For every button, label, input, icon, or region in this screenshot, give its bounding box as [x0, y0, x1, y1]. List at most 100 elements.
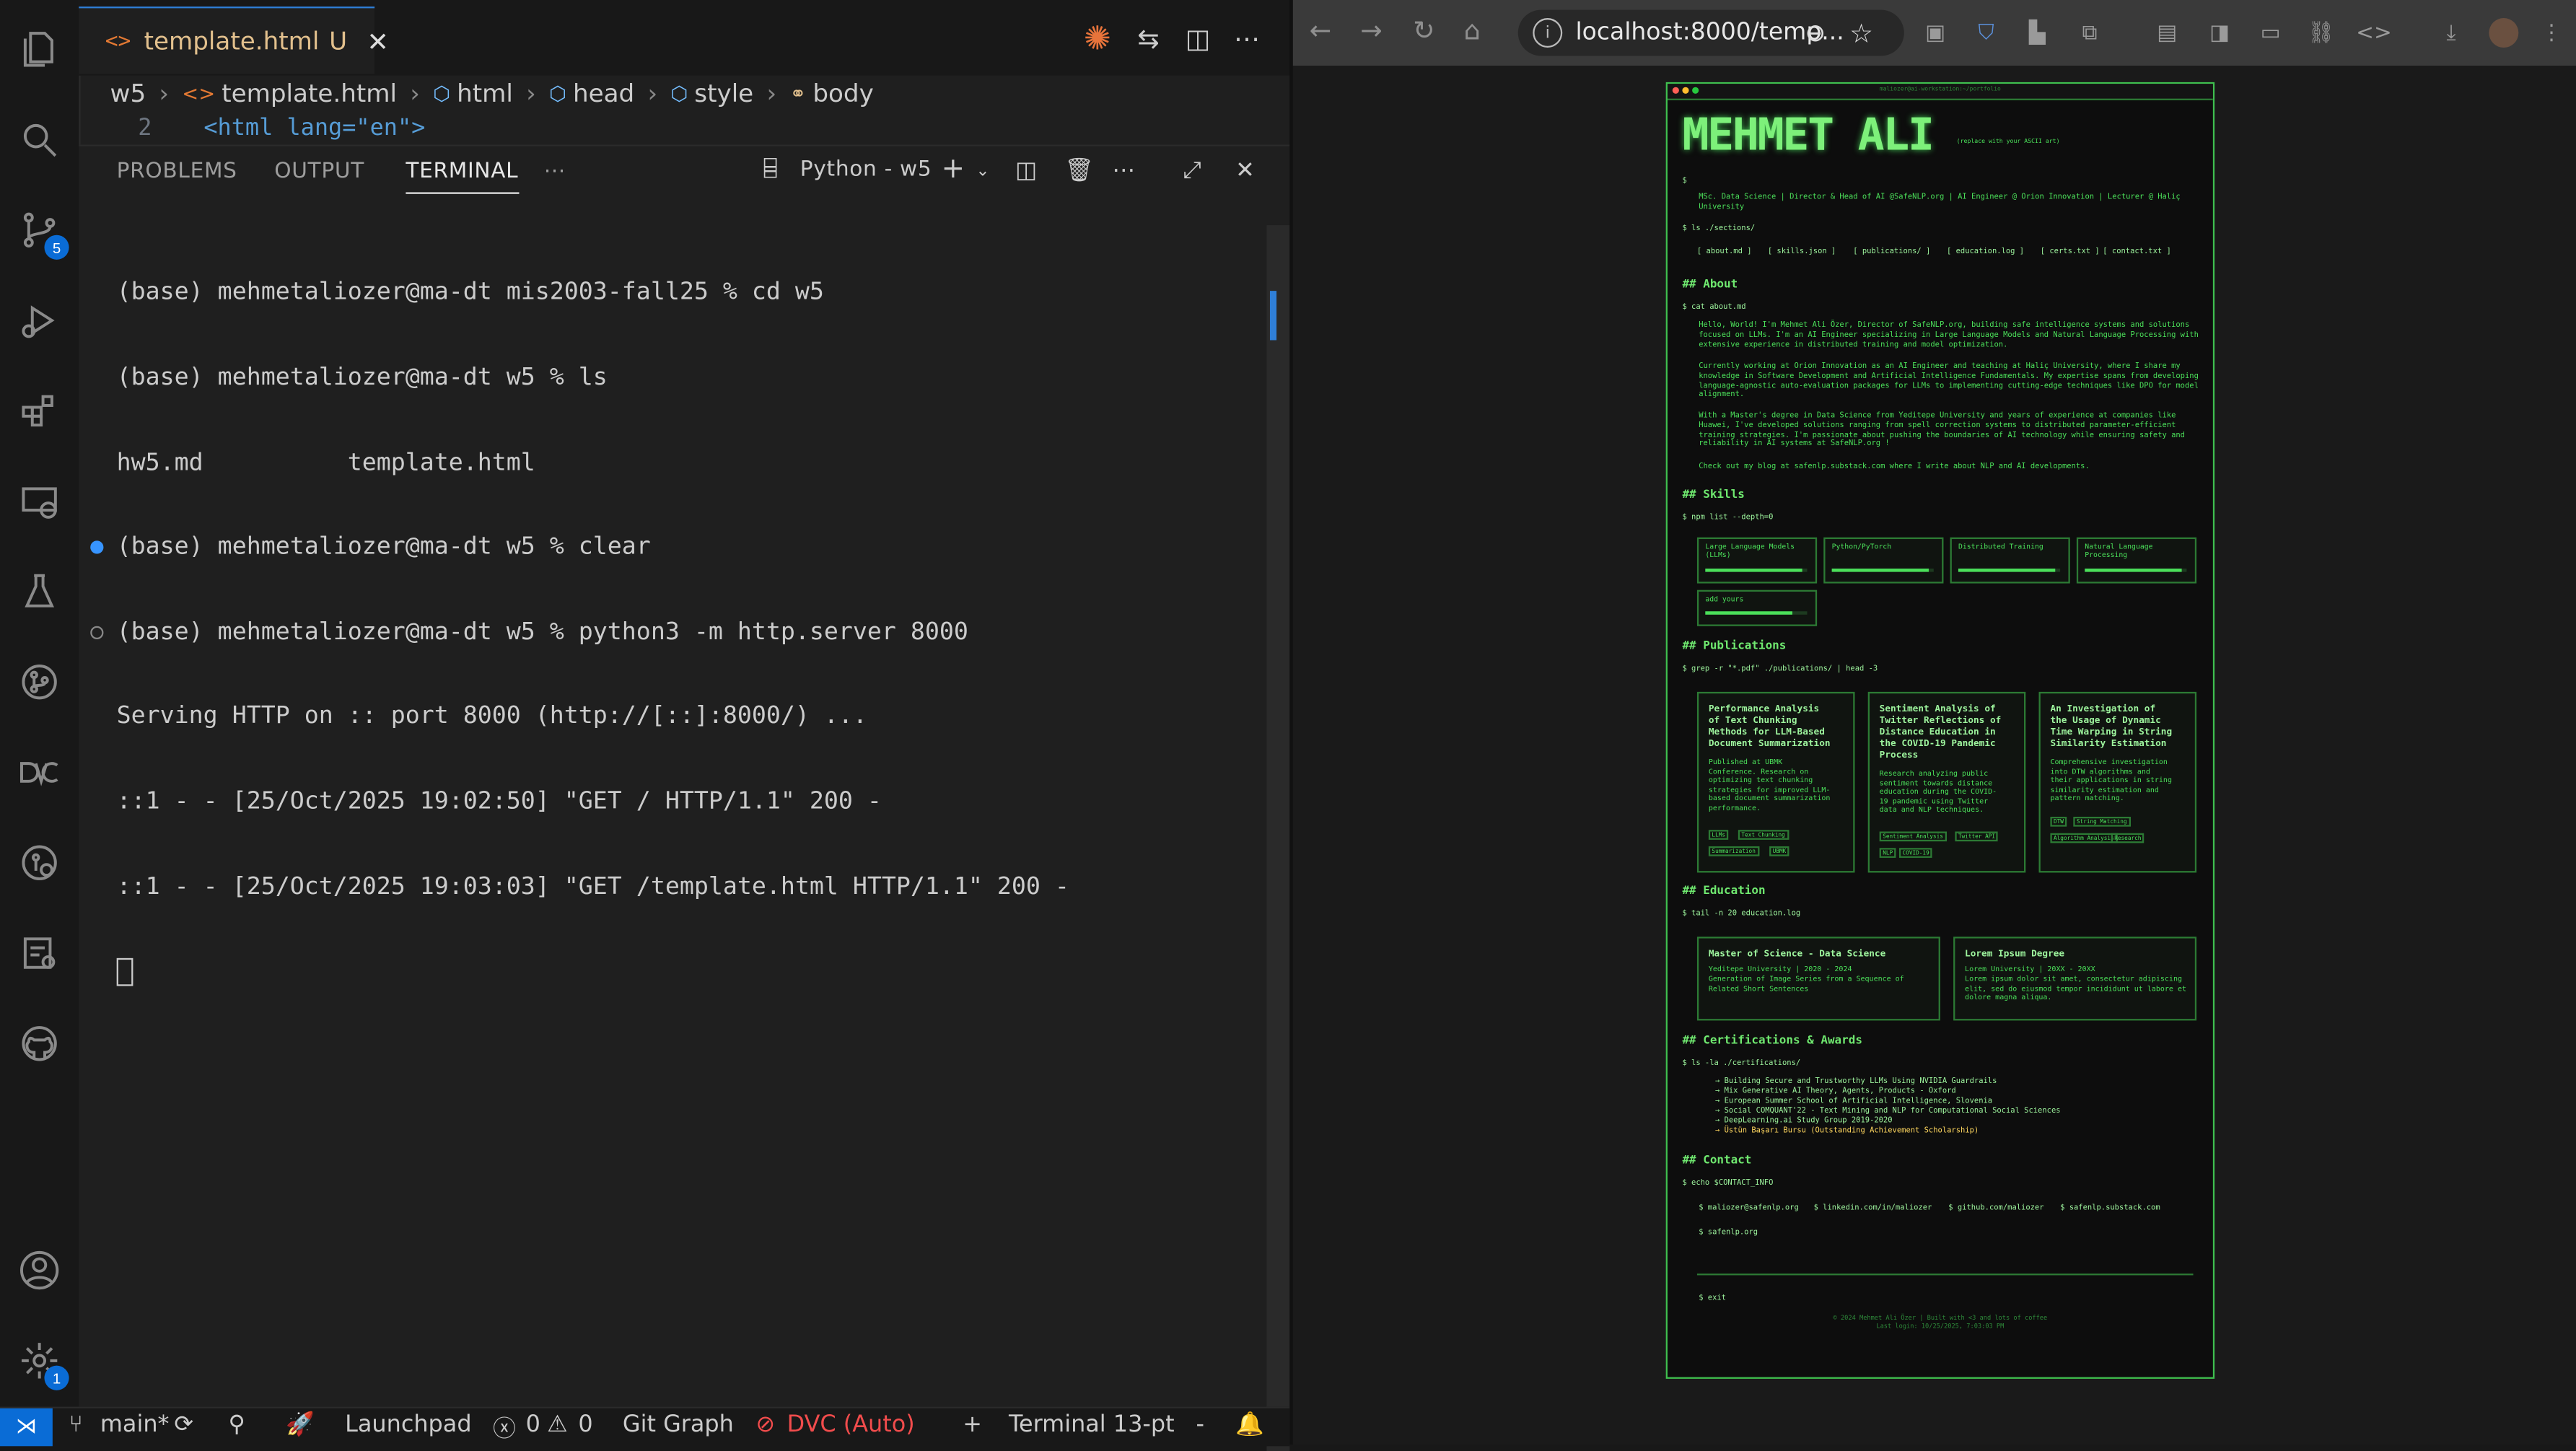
testing-icon[interactable] [13, 565, 66, 618]
chevron-down-icon[interactable]: ⌄ [976, 162, 990, 180]
command-decoration-dot[interactable] [90, 626, 104, 639]
split-terminal-icon[interactable]: ◫ [1015, 158, 1038, 184]
publication-card[interactable]: Performance Analysis of Text Chunking Me… [1696, 691, 1855, 873]
extension-icon[interactable]: ▙ [2023, 18, 2052, 48]
remote-indicator-icon[interactable]: ⋊ [0, 1408, 53, 1447]
reader-mode-icon[interactable]: ◨ [2204, 18, 2234, 48]
zoom-out-button[interactable]: - [1196, 1411, 1205, 1437]
bookmark-star-icon[interactable]: ☆ [1846, 17, 1876, 48]
skill-card: add yours [1696, 589, 1818, 626]
settings-sync-icon[interactable] [13, 927, 66, 980]
panel-more-icon[interactable]: ⋯ [544, 159, 566, 184]
puzzle-extensions-icon[interactable]: ⧉ [2075, 18, 2105, 48]
profile-avatar[interactable] [2489, 18, 2519, 48]
launchpad-item[interactable]: Launchpad [345, 1411, 471, 1437]
reload-icon[interactable]: ↻ [1413, 14, 1435, 45]
breadcrumb-file[interactable]: template.html [222, 79, 397, 108]
forward-icon[interactable]: → [1360, 14, 1383, 45]
contact-site[interactable]: $ safenlp.org [1699, 1229, 1758, 1237]
source-control-icon[interactable]: 5 [13, 203, 69, 260]
devtools-icon[interactable]: <> [2356, 18, 2392, 48]
maximize-panel-icon[interactable]: ⤢ [1183, 158, 1201, 184]
tab-template-html[interactable]: <> template.html U ✕ [79, 6, 389, 74]
run-debug-icon[interactable] [13, 294, 66, 347]
publication-card[interactable]: Sentiment Analysis of Twitter Reflection… [1867, 691, 2026, 873]
contact-github[interactable]: $ github.com/maliozer [1948, 1204, 2043, 1212]
link-icon[interactable]: ⛓ [2307, 18, 2336, 48]
close-panel-icon[interactable]: ✕ [1235, 158, 1255, 184]
home-icon[interactable]: ⌂ [1464, 14, 1481, 45]
publication-title[interactable]: An Investigation of the Usage of Dynamic… [2050, 705, 2175, 751]
nav-education[interactable]: [ education.log ] [1947, 248, 2024, 256]
search-icon[interactable] [13, 113, 66, 166]
breadcrumb-folder[interactable]: w5 [110, 79, 146, 108]
shield-extension-icon[interactable]: ⛉ [1971, 18, 2001, 48]
explorer-icon[interactable] [13, 23, 66, 76]
dvc-icon[interactable] [13, 746, 66, 799]
extension-icon[interactable]: ▣ [1921, 18, 1950, 48]
breadcrumb-html[interactable]: html [457, 79, 513, 108]
extensions-icon[interactable] [13, 385, 66, 437]
notifications-bell-icon[interactable]: 🔔 [1235, 1411, 1264, 1437]
breadcrumb-head[interactable]: head [573, 79, 634, 108]
sync-icon[interactable]: ⟳ [174, 1411, 193, 1437]
terminal-instance-label[interactable]: Python - w5 [800, 158, 932, 183]
nav-skills[interactable]: [ skills.json ] [1768, 248, 1836, 256]
about-paragraph: Currently working at Orion Innovation as… [1699, 363, 2199, 400]
terminal-font-size[interactable]: Terminal 13-pt [1009, 1411, 1175, 1437]
compare-changes-icon[interactable]: ⇆ [1130, 19, 1166, 56]
copilot-spark-icon[interactable]: ✺ [1079, 18, 1116, 58]
nav-about[interactable]: [ about.md ] [1697, 248, 1752, 256]
site-info-icon[interactable]: i [1533, 18, 1563, 48]
account-icon[interactable] [13, 1244, 66, 1297]
vscode-window: 5 1 <> template.html U ✕ ✺ ⇆ ◫ ⋯ w5 › <>… [0, 0, 1290, 1451]
publication-card[interactable]: An Investigation of the Usage of Dynamic… [2038, 691, 2197, 873]
new-terminal-icon[interactable]: + [942, 153, 965, 186]
manage-gear-icon[interactable]: 1 [13, 1334, 69, 1390]
error-count[interactable]: 0 [526, 1411, 540, 1437]
gitlens-icon[interactable] [13, 836, 66, 889]
nav-contact[interactable]: [ contact.txt ] [2103, 248, 2170, 256]
tab-problems[interactable]: PROBLEMS [117, 159, 237, 184]
browser-menu-icon[interactable]: ⋮ [2536, 18, 2566, 48]
terminal-output[interactable]: (base) mehmetaliozer@ma-dt mis2003-fall2… [90, 222, 1257, 1042]
zoom-in-button[interactable]: + [963, 1411, 982, 1437]
warning-count[interactable]: 0 [578, 1411, 592, 1437]
contact-email[interactable]: $ maliozer@safenlp.org [1699, 1204, 1799, 1212]
command-decoration-dot[interactable] [90, 540, 104, 555]
terminal-more-icon[interactable]: ⋯ [1112, 158, 1136, 184]
split-editor-icon[interactable]: ◫ [1180, 19, 1216, 56]
back-icon[interactable]: ← [1310, 14, 1332, 45]
remote-explorer-icon[interactable] [13, 475, 66, 527]
download-icon[interactable]: ⤓ [2436, 18, 2466, 48]
browser-window: ← → ↻ ⌂ i localhost:8000/temp... ⊖ ☆ ▣ ⛉… [1292, 0, 2576, 1445]
tab-terminal[interactable]: TERMINAL [406, 159, 519, 194]
tab-output[interactable]: OUTPUT [274, 159, 364, 184]
nav-publications[interactable]: [ publications/ ] [1853, 248, 1930, 256]
breadcrumb-style[interactable]: style [694, 79, 753, 108]
manage-badge: 1 [44, 1365, 69, 1390]
git-graph-item[interactable]: Git Graph [623, 1411, 734, 1437]
dvc-status[interactable]: DVC (Auto) [787, 1411, 915, 1437]
nav-certs[interactable]: [ certs.txt ] [2041, 248, 2100, 256]
breadcrumb-body[interactable]: body [812, 79, 873, 108]
close-tab-icon[interactable]: ✕ [367, 25, 389, 56]
contact-linkedin[interactable]: $ linkedin.com/in/maliozer [1814, 1204, 1932, 1212]
more-actions-icon[interactable]: ⋯ [1229, 19, 1265, 56]
cast-icon[interactable]: ▭ [2256, 18, 2285, 48]
zoom-icon[interactable]: ⊖ [1800, 18, 1830, 48]
css-selector-icon: ⚭ [789, 82, 807, 105]
publication-title[interactable]: Sentiment Analysis of Twitter Reflection… [1880, 705, 2005, 763]
code-editor[interactable]: 2 <html lang="en"> [79, 115, 1289, 144]
contact-blog[interactable]: $ safenlp.substack.com [2060, 1204, 2160, 1212]
publications-heading: ## Publications [1682, 639, 1787, 653]
branch-name[interactable]: main* [100, 1411, 170, 1437]
trash-icon[interactable]: 🗑 [1064, 158, 1094, 184]
git-graph-icon[interactable] [13, 656, 66, 709]
reading-list-icon[interactable]: ▤ [2152, 18, 2182, 48]
publication-title[interactable]: Performance Analysis of Text Chunking Me… [1709, 705, 1834, 751]
git-blame-icon[interactable]: ⚲ [228, 1411, 245, 1437]
terminal-scrollbar[interactable] [1266, 225, 1290, 1451]
github-icon[interactable] [13, 1017, 66, 1070]
branch-icon: ⑂ [69, 1411, 83, 1438]
